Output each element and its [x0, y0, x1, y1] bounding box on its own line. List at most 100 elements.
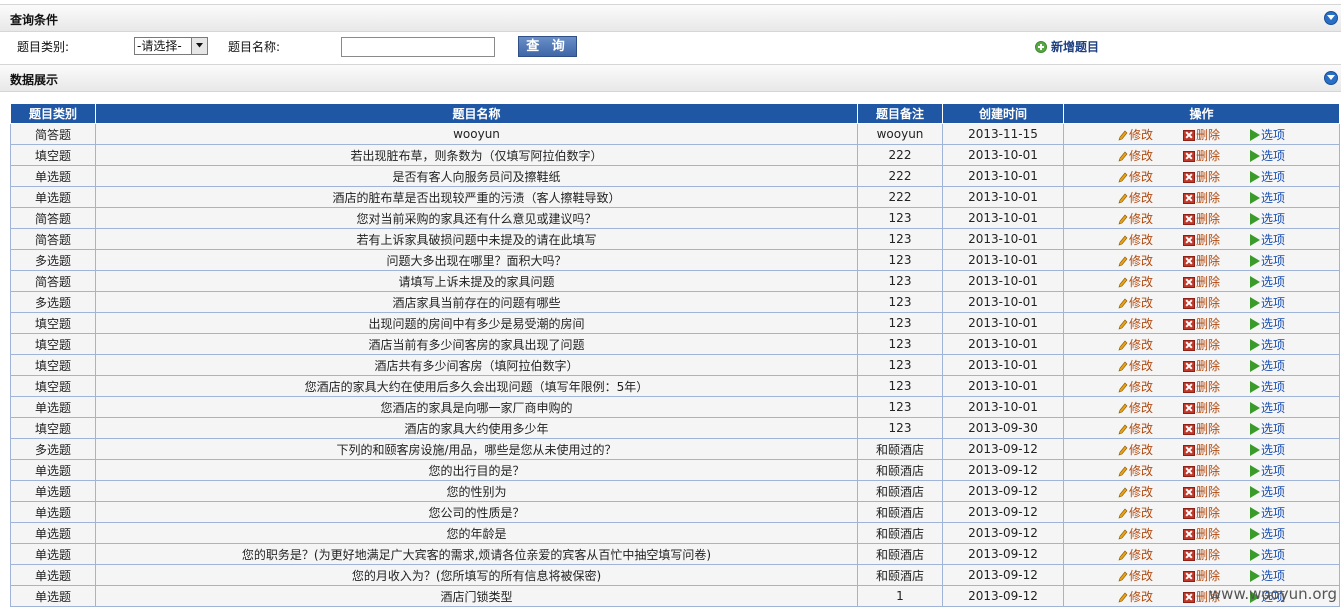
- name-input[interactable]: [341, 37, 495, 57]
- cell-remark: 和颐酒店: [857, 501, 943, 523]
- delete-button[interactable]: 删除: [1182, 504, 1220, 521]
- delete-button[interactable]: 删除: [1182, 147, 1220, 164]
- delete-button[interactable]: 删除: [1182, 483, 1220, 500]
- edit-button[interactable]: 修改: [1118, 525, 1153, 542]
- edit-button[interactable]: 修改: [1118, 567, 1153, 584]
- delete-button[interactable]: 删除: [1182, 441, 1220, 458]
- options-button[interactable]: 选项: [1250, 315, 1285, 332]
- edit-label: 修改: [1128, 295, 1153, 310]
- pencil-icon: [1118, 338, 1129, 352]
- options-button[interactable]: 选项: [1250, 273, 1285, 290]
- add-question-link[interactable]: 新增题目: [1035, 38, 1099, 55]
- delete-button[interactable]: 删除: [1182, 378, 1220, 395]
- pencil-icon: [1118, 254, 1129, 268]
- options-button[interactable]: 选项: [1250, 294, 1285, 311]
- delete-button[interactable]: 删除: [1182, 126, 1220, 143]
- play-icon: [1250, 527, 1260, 540]
- options-button[interactable]: 选项: [1250, 147, 1285, 164]
- options-button[interactable]: 选项: [1250, 399, 1285, 416]
- edit-button[interactable]: 修改: [1118, 252, 1153, 269]
- delete-button[interactable]: 删除: [1182, 210, 1220, 227]
- delete-button[interactable]: 删除: [1182, 336, 1220, 353]
- delete-button[interactable]: 删除: [1182, 231, 1220, 248]
- edit-button[interactable]: 修改: [1118, 315, 1153, 332]
- options-button[interactable]: 选项: [1250, 189, 1285, 206]
- options-button[interactable]: 选项: [1250, 126, 1285, 143]
- delete-icon: [1182, 549, 1195, 561]
- delete-button[interactable]: 删除: [1182, 357, 1220, 374]
- edit-button[interactable]: 修改: [1118, 168, 1153, 185]
- options-label: 选项: [1261, 211, 1286, 226]
- cell-category: 单选题: [10, 543, 96, 565]
- edit-button[interactable]: 修改: [1118, 504, 1153, 521]
- options-button[interactable]: 选项: [1250, 357, 1285, 374]
- collapse-data-icon[interactable]: [1324, 71, 1338, 85]
- delete-button[interactable]: 删除: [1182, 168, 1220, 185]
- delete-button[interactable]: 删除: [1182, 525, 1220, 542]
- delete-button[interactable]: 删除: [1182, 567, 1220, 584]
- edit-button[interactable]: 修改: [1118, 147, 1153, 164]
- play-icon: [1250, 422, 1260, 435]
- category-select[interactable]: -请选择-: [134, 37, 208, 55]
- options-button[interactable]: 选项: [1250, 441, 1285, 458]
- options-button[interactable]: 选项: [1250, 525, 1285, 542]
- edit-button[interactable]: 修改: [1118, 378, 1153, 395]
- edit-button[interactable]: 修改: [1118, 420, 1153, 437]
- edit-button[interactable]: 修改: [1118, 210, 1153, 227]
- table-row: 填空题 若出现脏布草，则条数为（仅填写阿拉伯数字） 222 2013-10-01 修改 删…: [10, 144, 1340, 166]
- edit-button[interactable]: 修改: [1118, 231, 1153, 248]
- options-button[interactable]: 选项: [1250, 567, 1285, 584]
- delete-button[interactable]: 删除: [1182, 315, 1220, 332]
- pencil-icon: [1118, 569, 1129, 583]
- options-label: 选项: [1261, 442, 1286, 457]
- delete-button[interactable]: 删除: [1182, 546, 1220, 563]
- delete-button[interactable]: 删除: [1182, 462, 1220, 479]
- query-button[interactable]: 查 询: [518, 36, 577, 57]
- options-button[interactable]: 选项: [1250, 420, 1285, 437]
- column-header: 题目备注: [857, 103, 943, 124]
- chevron-down-icon[interactable]: [191, 38, 207, 54]
- options-button[interactable]: 选项: [1250, 378, 1285, 395]
- options-button[interactable]: 选项: [1250, 252, 1285, 269]
- options-button[interactable]: 选项: [1250, 210, 1285, 227]
- delete-icon: [1182, 339, 1195, 351]
- edit-button[interactable]: 修改: [1118, 189, 1153, 206]
- options-button[interactable]: 选项: [1250, 231, 1285, 248]
- edit-button[interactable]: 修改: [1118, 462, 1153, 479]
- play-icon: [1250, 191, 1260, 204]
- cell-category: 填空题: [10, 312, 96, 334]
- edit-label: 修改: [1128, 442, 1153, 457]
- delete-button[interactable]: 删除: [1182, 294, 1220, 311]
- pencil-icon: [1118, 275, 1129, 289]
- edit-button[interactable]: 修改: [1118, 441, 1153, 458]
- delete-label: 删除: [1195, 442, 1220, 457]
- edit-button[interactable]: 修改: [1118, 273, 1153, 290]
- data-section-title: 数据展示: [10, 73, 59, 87]
- edit-button[interactable]: 修改: [1118, 294, 1153, 311]
- edit-button[interactable]: 修改: [1118, 336, 1153, 353]
- options-button[interactable]: 选项: [1250, 168, 1285, 185]
- edit-button[interactable]: 修改: [1118, 546, 1153, 563]
- collapse-query-icon[interactable]: [1324, 11, 1338, 25]
- options-button[interactable]: 选项: [1250, 546, 1285, 563]
- options-button[interactable]: 选项: [1250, 483, 1285, 500]
- edit-button[interactable]: 修改: [1118, 126, 1153, 143]
- table-row: 多选题 下列的和颐客房设施/用品，哪些是您从未使用过的？ 和颐酒店 2013-09-1…: [10, 438, 1340, 460]
- delete-button[interactable]: 删除: [1182, 273, 1220, 290]
- options-button[interactable]: 选项: [1250, 504, 1285, 521]
- edit-button[interactable]: 修改: [1118, 399, 1153, 416]
- edit-button[interactable]: 修改: [1118, 357, 1153, 374]
- delete-button[interactable]: 删除: [1182, 420, 1220, 437]
- edit-label: 修改: [1128, 316, 1153, 331]
- options-button[interactable]: 选项: [1250, 336, 1285, 353]
- delete-button[interactable]: 删除: [1182, 252, 1220, 269]
- options-button[interactable]: 选项: [1250, 462, 1285, 479]
- edit-button[interactable]: 修改: [1118, 483, 1153, 500]
- cell-date: 2013-11-15: [942, 123, 1064, 145]
- cell-name: 酒店家具当前存在的问题有哪些: [95, 291, 858, 313]
- delete-button[interactable]: 删除: [1182, 399, 1220, 416]
- edit-label: 修改: [1128, 421, 1153, 436]
- edit-button[interactable]: 修改: [1118, 588, 1153, 605]
- delete-button[interactable]: 删除: [1182, 189, 1220, 206]
- pencil-icon: [1118, 401, 1129, 415]
